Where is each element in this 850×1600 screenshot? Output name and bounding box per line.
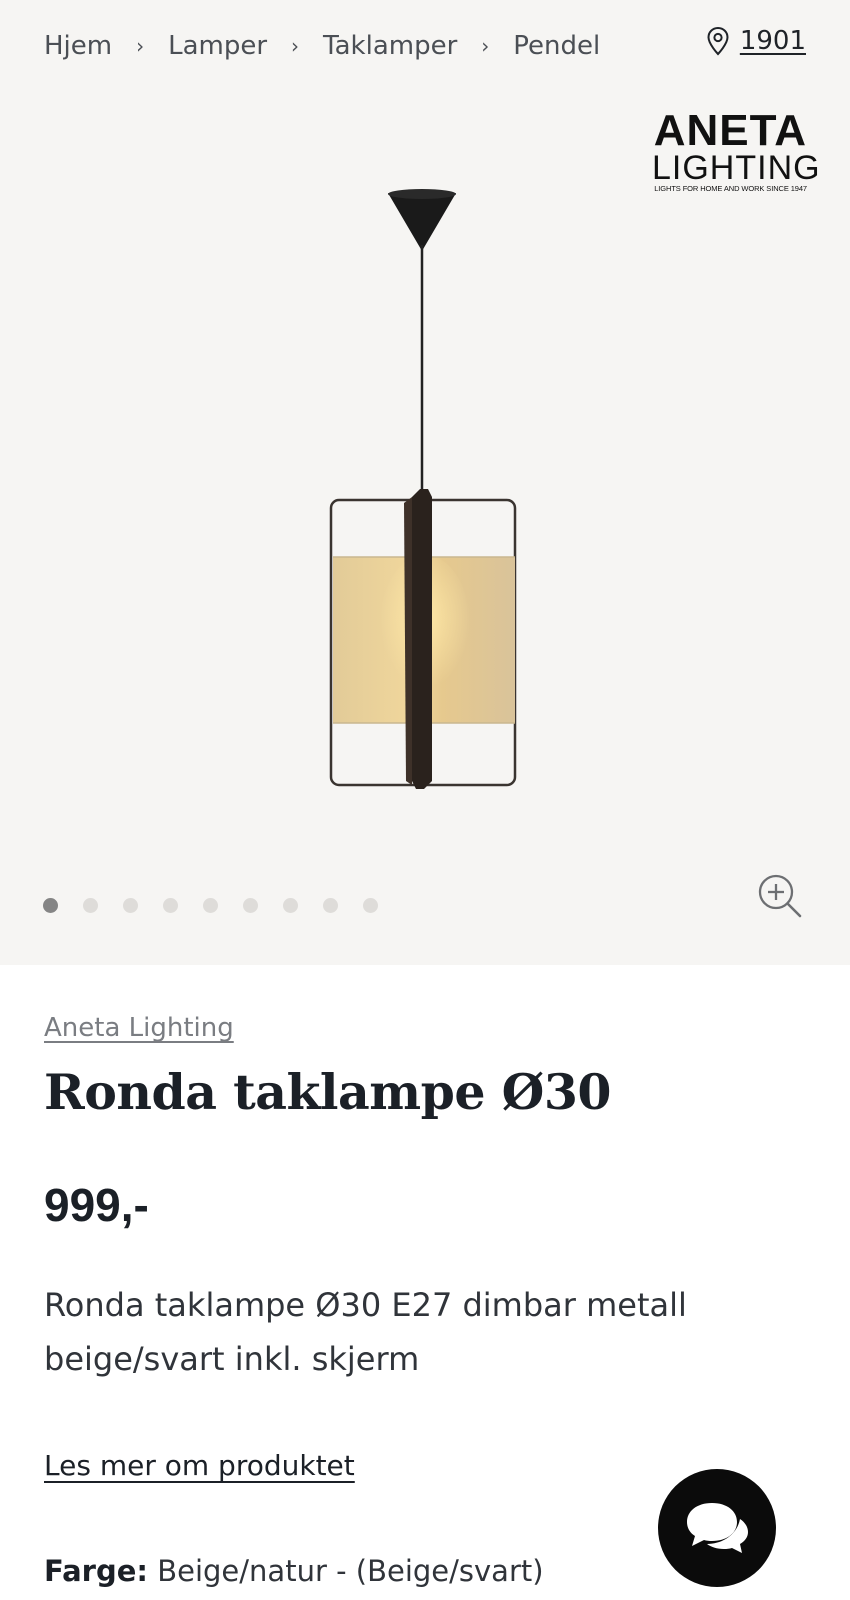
color-label: Farge: [44, 1554, 149, 1588]
gallery-dot-6[interactable] [243, 898, 258, 913]
location-pin-icon [707, 26, 729, 56]
logo-line2: LIGHTING [652, 149, 821, 187]
product-image[interactable] [320, 185, 530, 800]
product-image-gallery[interactable]: Hjem › Lamper › Taklamper › Pendel 1901 … [0, 0, 850, 965]
store-number: 1901 [739, 26, 806, 56]
gallery-dot-9[interactable] [363, 898, 378, 913]
breadcrumb-taklamper[interactable]: Taklamper [323, 31, 457, 61]
brand-link[interactable]: Aneta Lighting [44, 1013, 234, 1043]
zoom-in-icon[interactable] [757, 873, 803, 919]
breadcrumb: Hjem › Lamper › Taklamper › Pendel [44, 28, 600, 64]
chevron-right-icon: › [291, 34, 300, 58]
gallery-dot-3[interactable] [123, 898, 138, 913]
product-description: Ronda taklampe Ø30 E27 dimbar metall bei… [44, 1286, 687, 1378]
gallery-dot-4[interactable] [163, 898, 178, 913]
product-price: 999,- [44, 1179, 149, 1231]
breadcrumb-lamper[interactable]: Lamper [168, 31, 267, 61]
store-selector[interactable]: 1901 [706, 26, 806, 56]
gallery-dot-2[interactable] [83, 898, 98, 913]
gallery-dot-8[interactable] [323, 898, 338, 913]
breadcrumb-home[interactable]: Hjem [44, 31, 112, 61]
brand-logo: ANETA LIGHTING LIGHTS FOR HOME AND WORK … [652, 106, 821, 194]
chevron-right-icon: › [481, 34, 490, 58]
logo-line1: ANETA [653, 106, 807, 155]
color-value: Beige/natur - (Beige/svart) [157, 1554, 544, 1588]
chevron-right-icon: › [136, 34, 145, 58]
chat-bubbles-icon [687, 1503, 748, 1553]
gallery-pagination [43, 898, 378, 913]
gallery-dot-7[interactable] [283, 898, 298, 913]
chat-button[interactable] [658, 1469, 776, 1587]
gallery-dot-1[interactable] [43, 898, 58, 913]
logo-tagline: LIGHTS FOR HOME AND WORK SINCE 1947 [654, 184, 807, 193]
product-title: Ronda taklampe Ø30 [44, 1063, 612, 1121]
color-selection[interactable]: Farge: Beige/natur - (Beige/svart) [44, 1554, 544, 1588]
gallery-dot-5[interactable] [203, 898, 218, 913]
breadcrumb-pendel[interactable]: Pendel [513, 31, 600, 61]
read-more-link[interactable]: Les mer om produktet [44, 1449, 355, 1482]
